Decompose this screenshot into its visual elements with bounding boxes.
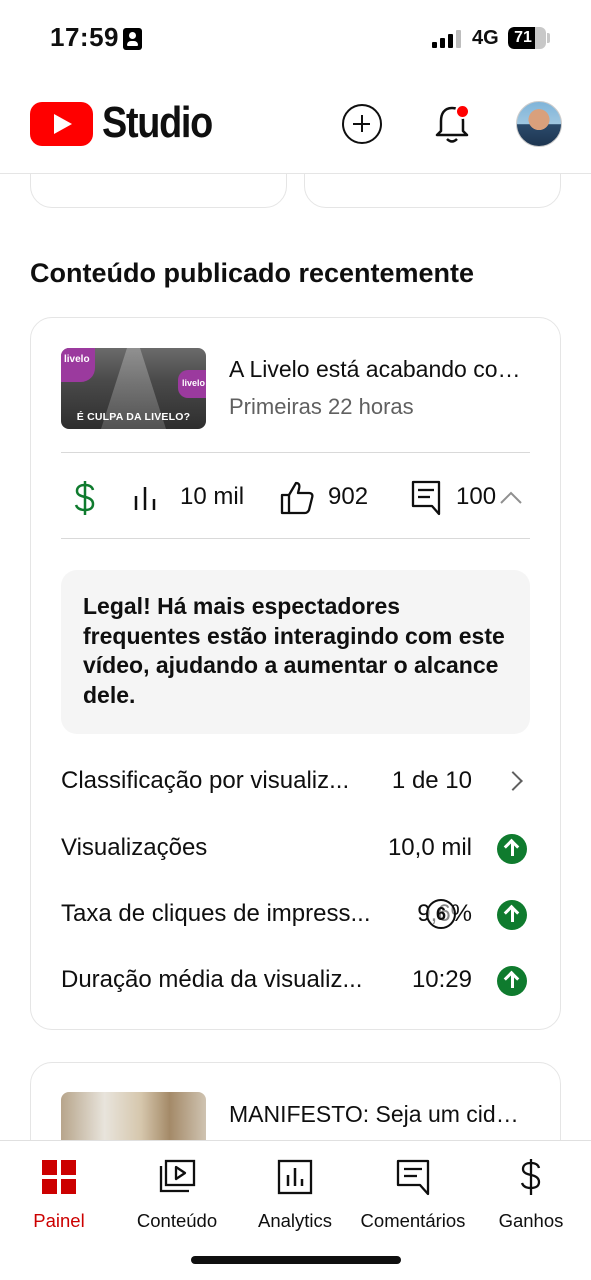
cellular-signal-icon — [432, 30, 462, 48]
notification-dot — [455, 104, 470, 119]
video-thumbnail[interactable]: livelo livelo É CULPA DA LIVELO? — [61, 348, 206, 429]
content-video-icon — [159, 1159, 196, 1193]
likes-count: 902 — [328, 483, 369, 510]
comments-count: 100 — [456, 483, 497, 510]
create-button[interactable] — [342, 104, 382, 144]
battery-tip — [547, 33, 550, 43]
nav-item-comentarios[interactable]: Comentários — [354, 1153, 472, 1233]
insight-text: Legal! Há mais espectadores frequentes e… — [83, 593, 505, 708]
divider — [61, 452, 530, 453]
like-thumbs-up-icon — [280, 481, 314, 515]
status-bar: 17:59 4G 71 — [0, 0, 591, 80]
video-subtitle: Primeiras 22 horas — [229, 394, 414, 419]
trend-up-icon — [497, 900, 527, 930]
stat-row-ranking[interactable]: Classificação por visualiz... 1 de 10 — [61, 767, 530, 807]
video-title[interactable]: A Livelo está acabando com a milhagem? — [229, 356, 529, 383]
stat-row-duration: Duração média da visualiz... 10:29 — [61, 966, 530, 1006]
chevron-right-icon — [503, 771, 523, 791]
status-time: 17:59 — [50, 22, 119, 52]
chevron-up-icon[interactable] — [498, 486, 524, 510]
section-title: Conteúdo publicado recentemente — [30, 258, 475, 288]
earnings-dollar-icon — [520, 1159, 541, 1195]
stat-row-views: Visualizações 10,0 mil — [61, 834, 530, 874]
stat-value: 10:29 — [411, 966, 472, 993]
nav-label: Analytics — [257, 1210, 333, 1231]
insight-box: Legal! Há mais espectadores frequentes e… — [61, 570, 530, 734]
stat-label: Duração média da visualiz... — [61, 966, 363, 993]
analytics-icon — [277, 1159, 313, 1195]
youtube-logo-icon — [30, 102, 93, 146]
nav-label: Painel — [33, 1210, 85, 1231]
nav-item-ganhos[interactable]: Ganhos — [472, 1153, 590, 1233]
counter-badge: 6 — [426, 899, 456, 929]
nav-item-analytics[interactable]: Analytics — [236, 1153, 354, 1233]
thumbnail-caption: É CULPA DA LIVELO? — [76, 411, 191, 423]
stat-row-ctr: Taxa de cliques de impress... 9,6% — [61, 900, 530, 940]
stat-value: 1 de 10 — [391, 767, 472, 794]
nav-label: Comentários — [360, 1210, 466, 1231]
network-type: 4G — [472, 27, 499, 49]
home-indicator[interactable] — [191, 1256, 401, 1264]
nav-label: Conteúdo — [136, 1210, 218, 1231]
brand-name: Studio — [102, 98, 213, 147]
nav-label: Ganhos — [498, 1210, 564, 1231]
comment-icon — [411, 480, 441, 516]
views-bar-chart-icon — [134, 487, 156, 510]
battery-icon: 71 — [508, 27, 546, 49]
app-header: Studio — [0, 80, 591, 174]
nav-item-painel[interactable]: Painel — [0, 1153, 118, 1233]
video-title[interactable]: MANIFESTO: Seja um cidadão — [229, 1101, 529, 1128]
trend-up-icon — [497, 966, 527, 996]
stat-label: Taxa de cliques de impress... — [61, 900, 371, 927]
thumbnail-logo-right: livelo — [178, 370, 206, 398]
avatar[interactable] — [516, 101, 562, 147]
stat-value: 10,0 mil — [387, 834, 472, 861]
stat-label: Visualizações — [61, 834, 208, 861]
divider — [61, 538, 530, 539]
stat-label: Classificação por visualiz... — [61, 767, 350, 794]
battery-level: 71 — [514, 29, 532, 46]
views-count: 10 mil — [180, 483, 245, 510]
nav-item-conteudo[interactable]: Conteúdo — [118, 1153, 236, 1233]
contact-card-icon — [123, 28, 142, 50]
trend-up-icon — [497, 834, 527, 864]
thumbnail-logo-left: livelo — [61, 348, 95, 382]
monetization-dollar-icon — [74, 481, 95, 515]
comments-icon — [396, 1159, 430, 1196]
dashboard-icon — [42, 1160, 76, 1194]
